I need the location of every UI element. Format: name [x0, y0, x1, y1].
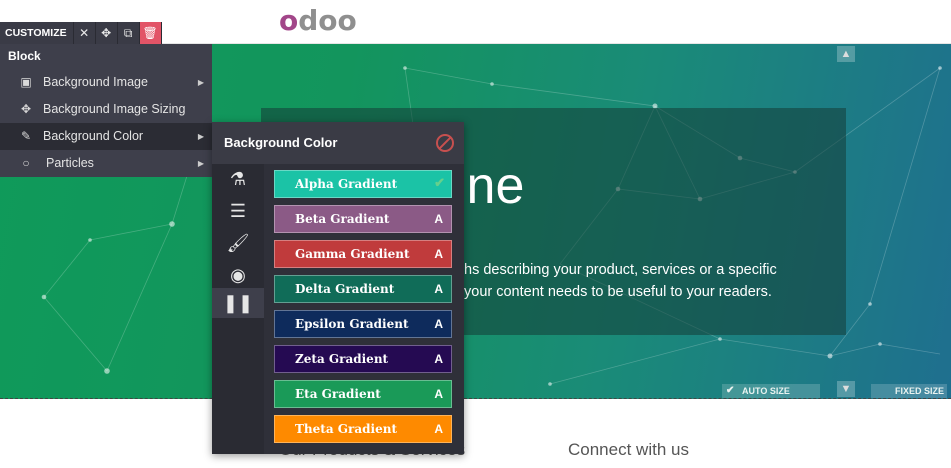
- fixed-size-button[interactable]: FIXED SIZE: [871, 384, 947, 398]
- gradient-label: Eta Gradient: [295, 387, 381, 401]
- gradient-swatch[interactable]: Epsilon Gradient A: [274, 310, 452, 338]
- gradient-swatch[interactable]: Theta Gradient A: [274, 415, 452, 443]
- menu-item-label: Background Color: [43, 129, 144, 143]
- auto-size-label: AUTO SIZE: [742, 386, 790, 396]
- gradient-badge: A: [434, 352, 443, 366]
- gradient-swatch[interactable]: Zeta Gradient A: [274, 345, 452, 373]
- gradient-badge: A: [434, 212, 443, 226]
- gradient-label: Gamma Gradient: [295, 247, 410, 261]
- caret-right-icon: ▶: [197, 159, 204, 168]
- gradient-swatch[interactable]: Beta Gradient A: [274, 205, 452, 233]
- trash-icon[interactable]: 🗑: [139, 22, 162, 44]
- gradient-label: Epsilon Gradient: [295, 317, 409, 331]
- duplicate-icon[interactable]: ⧉: [117, 22, 140, 44]
- menu-heading: Block: [8, 49, 41, 63]
- gradient-swatch[interactable]: Delta Gradient A: [274, 275, 452, 303]
- circle-icon: ○: [22, 156, 30, 170]
- move-icon[interactable]: ✥: [95, 22, 118, 44]
- panel-title: Background Color: [224, 135, 338, 150]
- resize-bottom-arrow-icon[interactable]: ▼: [837, 381, 855, 397]
- hero-headline[interactable]: ine: [455, 156, 524, 216]
- gradient-label: Delta Gradient: [295, 282, 395, 296]
- auto-size-button[interactable]: ✔ AUTO SIZE: [722, 384, 820, 398]
- menu-item-label: Particles: [46, 156, 94, 170]
- gradient-label: Theta Gradient: [295, 422, 397, 436]
- gradient-badge: A: [434, 387, 443, 401]
- pause-columns-icon[interactable]: ❚❚: [212, 288, 264, 318]
- close-icon[interactable]: ✕: [73, 22, 96, 44]
- database-icon[interactable]: ☰: [212, 196, 264, 226]
- gradient-swatch[interactable]: Gamma Gradient A: [274, 240, 452, 268]
- gradient-badge: A: [434, 282, 443, 296]
- gradient-swatch[interactable]: Eta Gradient A: [274, 380, 452, 408]
- customize-button[interactable]: CUSTOMIZE: [0, 22, 74, 44]
- gradient-badge: A: [434, 317, 443, 331]
- image-icon: ▣: [20, 75, 32, 89]
- eyedropper-icon: ✎: [20, 129, 32, 143]
- paint-brush-icon[interactable]: 🖌: [212, 228, 264, 258]
- menu-item-label: Background Image: [43, 75, 148, 89]
- gradient-label: Beta Gradient: [295, 212, 390, 226]
- customize-menu: Block ▣ Background Image ▶ ✥ Background …: [0, 44, 212, 177]
- gradient-label: Zeta Gradient: [295, 352, 389, 366]
- panel-header: Background Color: [212, 122, 464, 164]
- block-toolbar: CUSTOMIZE ✕ ✥ ⧉ 🗑: [0, 22, 162, 44]
- gradient-swatch[interactable]: Alpha Gradient ✔: [274, 170, 452, 198]
- menu-item-background-image[interactable]: ▣ Background Image ▶: [0, 69, 212, 96]
- editor-page: { "navbar": { "logo": "odoo" }, "hero": …: [0, 0, 951, 468]
- selected-check-icon: ✔: [434, 176, 445, 191]
- caret-right-icon: ▶: [197, 132, 204, 141]
- hero-paragraph-line[interactable]: your content needs to be useful to your …: [464, 284, 772, 300]
- gradient-label: Alpha Gradient: [295, 177, 398, 191]
- menu-item-label: Background Image Sizing: [43, 102, 186, 116]
- caret-right-icon: ▶: [197, 78, 204, 87]
- menu-item-particles[interactable]: ○ Particles ▶: [0, 150, 212, 177]
- menu-item-background-color[interactable]: ✎ Background Color ▶: [0, 123, 212, 150]
- menu-item-background-image-sizing[interactable]: ✥ Background Image Sizing: [0, 96, 212, 123]
- gradient-badge: A: [434, 247, 443, 261]
- fixed-size-label: FIXED SIZE: [895, 386, 945, 396]
- check-icon: ✔: [726, 385, 735, 396]
- section-heading-connect: Connect with us: [568, 440, 689, 459]
- hero-paragraph-line[interactable]: hs describing your product, services or …: [464, 262, 777, 278]
- no-color-icon[interactable]: [436, 134, 454, 152]
- gradient-list: Alpha Gradient ✔ Beta Gradient A Gamma Gradi…: [274, 170, 452, 450]
- gradient-badge: A: [434, 422, 443, 436]
- background-color-panel: Background Color ⚗ ☰ 🖌 ◉ ❚❚ Alpha Gradie…: [212, 122, 464, 454]
- odoo-logo[interactable]: odoo: [279, 4, 357, 37]
- eye-slash-icon[interactable]: ◉: [212, 260, 264, 290]
- color-category-tabs: ⚗ ☰ 🖌 ◉ ❚❚: [212, 164, 264, 454]
- move-arrows-icon: ✥: [20, 102, 32, 116]
- flask-icon[interactable]: ⚗: [212, 164, 264, 194]
- resize-top-arrow-icon[interactable]: ▲: [837, 46, 855, 62]
